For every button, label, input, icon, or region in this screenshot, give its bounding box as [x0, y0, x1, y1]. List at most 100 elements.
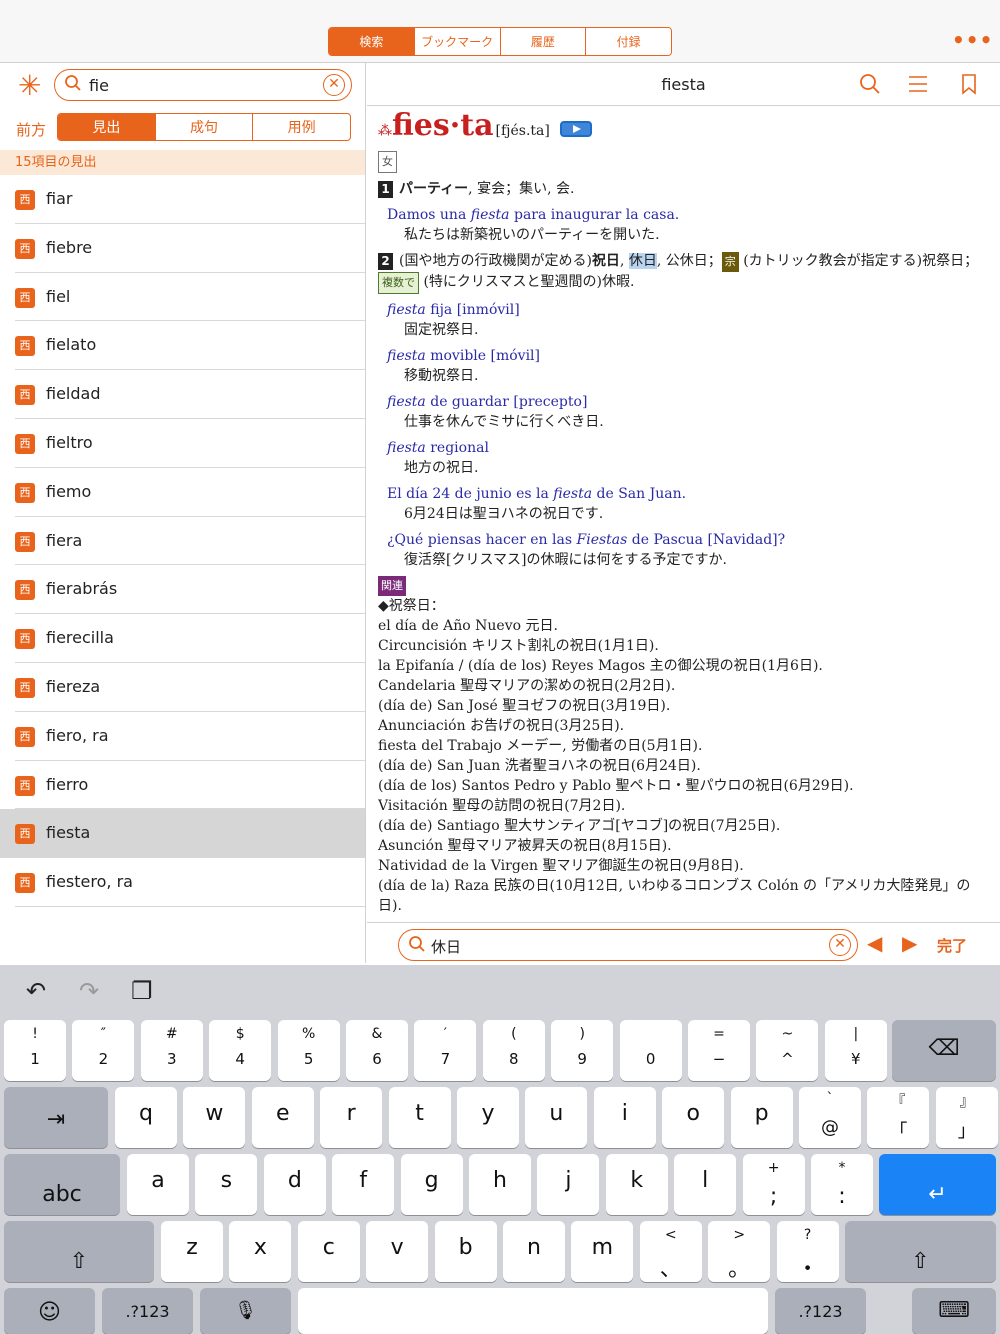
- search-icon[interactable]: [859, 73, 881, 95]
- numbers-key-right[interactable]: .?123: [775, 1288, 866, 1334]
- list-item[interactable]: 西 fierabrás: [15, 565, 365, 615]
- list-item[interactable]: 西 fieldad: [15, 370, 365, 419]
- find-input[interactable]: 休日 ✕: [398, 929, 858, 961]
- return-key[interactable]: ↵: [879, 1154, 996, 1215]
- key-r[interactable]: r: [320, 1087, 383, 1148]
- tab-headwords[interactable]: 見出: [58, 114, 155, 140]
- more-menu-button[interactable]: •••: [952, 28, 993, 52]
- key-4[interactable]: $4: [209, 1020, 272, 1081]
- key-z[interactable]: z: [161, 1221, 223, 1282]
- list-item[interactable]: 西 fierro: [15, 761, 365, 810]
- tab-bookmark[interactable]: ブックマーク: [413, 28, 500, 55]
- find-next-button[interactable]: ▶: [902, 931, 917, 955]
- key-、[interactable]: <、: [639, 1221, 702, 1282]
- space-key[interactable]: [298, 1288, 768, 1334]
- key-1[interactable]: ! 1: [4, 1020, 66, 1081]
- key-0[interactable]: 0: [619, 1020, 682, 1081]
- shift-key-right[interactable]: ⇧: [845, 1221, 996, 1282]
- bookmark-icon[interactable]: [958, 73, 980, 95]
- find-previous-button[interactable]: ◀: [867, 931, 882, 955]
- key-」[interactable]: 』」: [935, 1087, 998, 1148]
- key-o[interactable]: o: [662, 1087, 725, 1148]
- tab-examples[interactable]: 用例: [252, 114, 350, 140]
- key-c[interactable]: c: [297, 1221, 360, 1282]
- key-9[interactable]: ) 9: [551, 1020, 614, 1081]
- list-item[interactable]: 西 fiera: [15, 517, 365, 566]
- list-item[interactable]: 西 fiero, ra: [15, 712, 365, 761]
- key-5[interactable]: % 5: [277, 1020, 340, 1081]
- list-item[interactable]: 西 fiemo: [15, 468, 365, 517]
- key-w[interactable]: w: [183, 1087, 246, 1148]
- key-l[interactable]: l: [674, 1154, 737, 1215]
- key-n[interactable]: n: [503, 1221, 565, 1282]
- list-item[interactable]: 西 fiar: [15, 175, 365, 224]
- delete-key[interactable]: ⌫: [892, 1020, 996, 1081]
- shift-key-left[interactable]: ⇧: [4, 1221, 154, 1282]
- key-y[interactable]: y: [457, 1087, 519, 1148]
- emoji-key[interactable]: ☺: [4, 1288, 95, 1334]
- search-input[interactable]: fie ✕: [54, 69, 352, 101]
- list-item[interactable]: 西 fiesta: [0, 809, 365, 859]
- key-2[interactable]: ″ 2: [72, 1020, 135, 1081]
- tab-history[interactable]: 履歴: [499, 28, 586, 55]
- abc-key[interactable]: abc: [4, 1154, 120, 1215]
- tab-search[interactable]: 検索: [329, 28, 414, 55]
- key-^[interactable]: ~ ^: [756, 1020, 819, 1081]
- done-button[interactable]: 完了: [937, 935, 967, 956]
- key-f[interactable]: f: [332, 1154, 395, 1215]
- key-v[interactable]: v: [366, 1221, 429, 1282]
- list-item[interactable]: 西 fiestero, ra: [15, 858, 365, 907]
- redo-icon[interactable]: ↷: [79, 977, 99, 1005]
- key-label: @: [821, 1117, 839, 1138]
- key-b[interactable]: b: [434, 1221, 497, 1282]
- key-a[interactable]: a: [127, 1154, 189, 1215]
- numbers-key-left[interactable]: .?123: [102, 1288, 193, 1334]
- key-x[interactable]: x: [229, 1221, 292, 1282]
- key-−[interactable]: = −: [688, 1020, 750, 1081]
- list-item[interactable]: 西 fierecilla: [15, 614, 365, 663]
- key-label: ;: [769, 1184, 778, 1209]
- clear-search-icon[interactable]: ✕: [323, 74, 345, 96]
- paste-icon[interactable]: ❐: [131, 977, 153, 1005]
- hide-keyboard-key[interactable]: ⌨: [912, 1288, 996, 1334]
- wildcard-icon[interactable]: ✳: [18, 69, 41, 102]
- key-i[interactable]: i: [593, 1087, 656, 1148]
- key-¥[interactable]: | ¥: [824, 1020, 887, 1081]
- list-item[interactable]: 西 fiel: [15, 273, 365, 322]
- key-s[interactable]: s: [195, 1154, 258, 1215]
- key-@[interactable]: ` @: [799, 1087, 861, 1148]
- play-audio-icon[interactable]: [559, 121, 592, 137]
- key-「[interactable]: 『「: [867, 1087, 930, 1148]
- key-u[interactable]: u: [525, 1087, 588, 1148]
- tab-phrases[interactable]: 成句: [154, 114, 253, 140]
- key-・[interactable]: ? ・: [776, 1221, 839, 1282]
- list-item[interactable]: 西 fielato: [15, 321, 365, 371]
- key-g[interactable]: g: [400, 1154, 463, 1215]
- key-t[interactable]: t: [388, 1087, 451, 1148]
- key-。[interactable]: >。: [708, 1221, 771, 1282]
- match-mode-label[interactable]: 前方: [16, 119, 46, 140]
- key-:[interactable]: *:: [811, 1154, 873, 1215]
- undo-icon[interactable]: ↶: [26, 977, 46, 1005]
- key-d[interactable]: d: [263, 1154, 326, 1215]
- key-m[interactable]: m: [571, 1221, 634, 1282]
- key-6[interactable]: & 6: [346, 1020, 408, 1081]
- key-k[interactable]: k: [605, 1154, 668, 1215]
- dictation-key[interactable]: 🎙: [200, 1288, 291, 1334]
- key-8[interactable]: (8: [482, 1020, 545, 1081]
- list-icon[interactable]: [907, 73, 929, 95]
- key-j[interactable]: j: [537, 1154, 600, 1215]
- list-item[interactable]: 西 fiereza: [15, 663, 365, 712]
- key-e[interactable]: e: [251, 1087, 314, 1148]
- list-item[interactable]: 西 fiebre: [15, 224, 365, 273]
- key-h[interactable]: h: [469, 1154, 531, 1215]
- key-p[interactable]: p: [730, 1087, 793, 1148]
- key-q[interactable]: q: [115, 1087, 177, 1148]
- list-item[interactable]: 西 fieltro: [15, 419, 365, 468]
- tab-appendix[interactable]: 付録: [585, 28, 671, 55]
- key-7[interactable]: ′ 7: [414, 1020, 477, 1081]
- clear-find-icon[interactable]: ✕: [829, 934, 851, 956]
- key-;[interactable]: +;: [742, 1154, 805, 1215]
- key-3[interactable]: #3: [140, 1020, 203, 1081]
- tab-key[interactable]: ⇥: [4, 1087, 108, 1148]
